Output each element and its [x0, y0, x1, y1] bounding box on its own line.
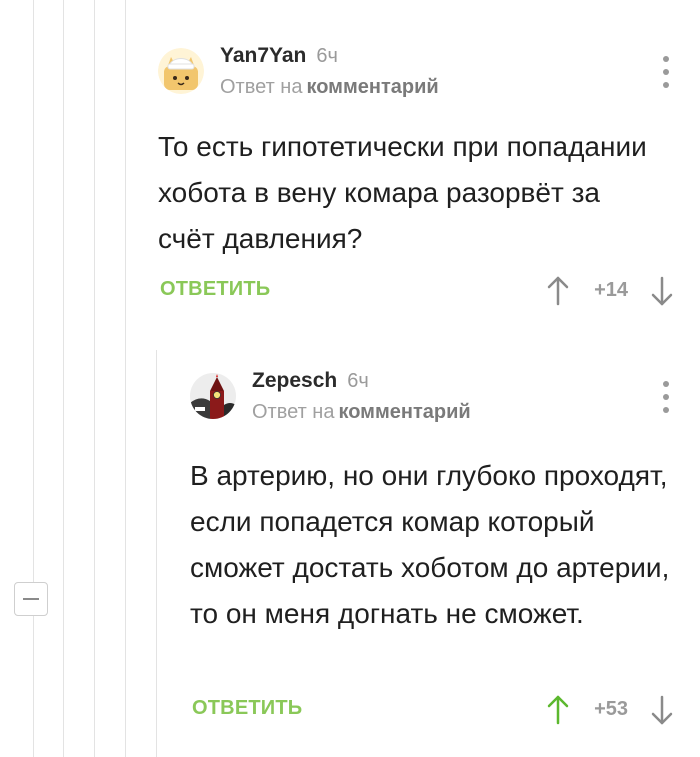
reply-to-link[interactable]: комментарий [338, 401, 470, 423]
reply-to-prefix: Ответ на [252, 401, 335, 423]
kremlin-avatar-icon [190, 373, 236, 419]
comment-actions: ОТВЕТИТЬ +14 [158, 274, 678, 308]
avatar[interactable] [190, 373, 236, 419]
comment: Yan7Yan 6ч Ответ на комментарий То есть ги… [158, 40, 678, 320]
cat-avatar-icon [158, 48, 204, 94]
avatar[interactable] [158, 48, 204, 94]
minus-icon [23, 598, 39, 600]
author-name[interactable]: Yan7Yan [220, 44, 306, 67]
reply-to-info: Ответ на комментарий [220, 76, 439, 99]
thread-line [94, 0, 95, 757]
more-vertical-icon[interactable] [662, 56, 670, 88]
reply-button[interactable]: ОТВЕТИТЬ [192, 697, 302, 720]
thread-line [156, 350, 157, 757]
author-name[interactable]: Zepesch [252, 369, 337, 392]
reply-button[interactable]: ОТВЕТИТЬ [160, 278, 270, 301]
arrow-down-icon[interactable] [650, 276, 674, 308]
reply-to-info: Ответ на комментарий [252, 401, 471, 424]
more-vertical-icon[interactable] [662, 381, 670, 413]
comment-time: 6ч [347, 370, 369, 392]
comment-rating: +53 [594, 698, 628, 720]
comment-actions: ОТВЕТИТЬ +53 [190, 693, 678, 727]
comment-rating: +14 [594, 279, 628, 301]
comment-author[interactable]: Yan7Yan 6ч [220, 44, 338, 68]
comment-time: 6ч [316, 45, 338, 67]
arrow-up-icon[interactable] [546, 693, 570, 725]
thread-line [33, 0, 34, 757]
arrow-down-icon[interactable] [650, 695, 674, 727]
collapse-thread-button[interactable] [14, 582, 48, 616]
thread-line [63, 0, 64, 757]
reply-to-prefix: Ответ на [220, 76, 303, 98]
comment: Zepesch 6ч Ответ на комментарий В артерию,… [190, 365, 678, 735]
comment-author[interactable]: Zepesch 6ч [252, 369, 369, 393]
reply-to-link[interactable]: комментарий [306, 76, 438, 98]
arrow-up-icon[interactable] [546, 274, 570, 306]
comment-text: То есть гипотетически при попадании хобо… [158, 131, 647, 254]
comment-text: В артерию, но они глубоко проходят, если… [190, 460, 670, 629]
thread-line [125, 0, 126, 757]
